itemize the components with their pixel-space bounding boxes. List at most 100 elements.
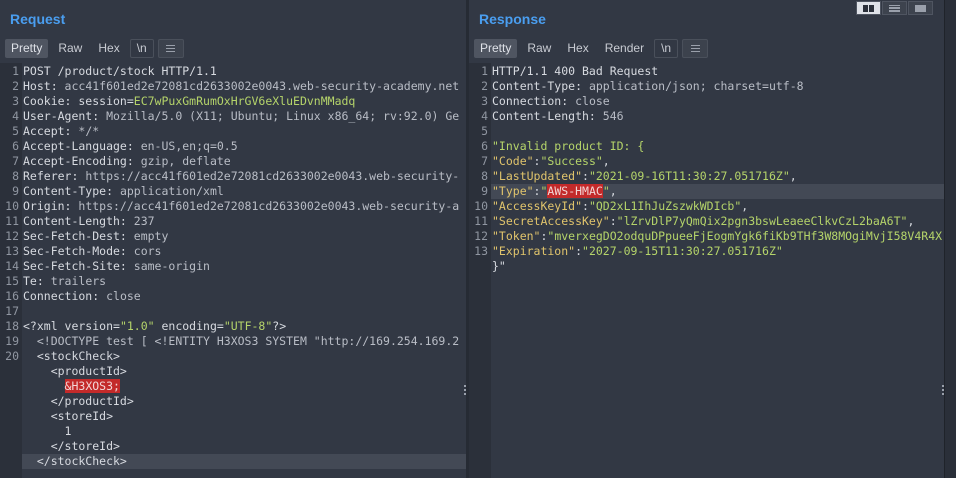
line-code: &H3XOS3; (22, 379, 466, 394)
response-newline-toggle[interactable]: \n (654, 38, 679, 58)
code-token: </stockCheck> (23, 454, 127, 468)
code-token: "Success" (540, 154, 603, 168)
single-pane-icon (915, 4, 926, 12)
request-newline-toggle[interactable]: \n (129, 38, 154, 58)
code-token: Origin: (23, 199, 79, 213)
code-token: close (575, 94, 610, 108)
request-tab-hex[interactable]: Hex (92, 39, 125, 58)
request-line: 14 Sec-Fetch-Site: same-origin (0, 259, 466, 274)
line-number: 9 (12, 184, 19, 198)
response-line: 8 "LastUpdated":"2021-09-16T11:30:27.0517… (469, 169, 944, 184)
code-token: close (106, 289, 141, 303)
line-number: 8 (12, 169, 19, 183)
line-number: 1 (481, 64, 488, 78)
code-token: Mozilla/5.0 (X11; Ubuntu; Linux x86_64; … (106, 109, 460, 123)
line-code: </storeId> (22, 439, 466, 454)
line-code: Content-Type: application/json; charset=… (491, 79, 944, 94)
code-token: Accept-Encoding: (23, 154, 141, 168)
request-tab-raw[interactable]: Raw (52, 39, 88, 58)
request-line: 4 User-Agent: Mozilla/5.0 (X11; Ubuntu; L… (0, 109, 466, 124)
line-number: 2 (481, 79, 488, 93)
layout-side-by-side-button[interactable] (856, 1, 881, 15)
code-token: Te: (23, 274, 51, 288)
request-menu-button[interactable] (157, 38, 184, 58)
line-number: 13 (474, 244, 488, 258)
code-token: Sec-Fetch-Site: (23, 259, 134, 273)
code-token: "LastUpdated" (492, 169, 583, 183)
request-lines: 1 POST /product/stock HTTP/1.1 2 Host: acc4… (0, 64, 466, 469)
response-line: 4 Content-Length: 546 (469, 109, 944, 124)
code-token: empty (133, 229, 169, 243)
response-menu-button[interactable] (682, 38, 709, 58)
code-token: "QD2xL1IhJuZszwkWDIcb" (588, 199, 742, 213)
response-tab-pretty[interactable]: Pretty (474, 38, 518, 58)
code-token: 546 (602, 109, 624, 123)
response-tab-raw[interactable]: Raw (521, 39, 557, 58)
line-number: 11 (474, 214, 488, 228)
line-code: Connection: close (22, 289, 466, 304)
layout-single-button[interactable] (908, 1, 933, 15)
code-token: </productId> (23, 394, 134, 408)
code-token: Sec-Fetch-Mode: (23, 244, 134, 258)
request-line: 1 POST /product/stock HTTP/1.1 (0, 64, 466, 79)
code-token: , (907, 214, 915, 228)
code-token: https://acc41f601ed2e72081cd2633002e0043… (85, 169, 460, 183)
response-title: Response (479, 11, 546, 27)
code-token: "Token" (492, 229, 541, 243)
code-token: Content-Type: (23, 184, 120, 198)
request-line: 2 Host: acc41f601ed2e72081cd2633002e0043.… (0, 79, 466, 94)
highlighted-token: AWS-HMAC (547, 184, 603, 198)
response-tab-render[interactable]: Render (599, 39, 650, 58)
response-line: 7 "Code":"Success", (469, 154, 944, 169)
line-code: Origin: https://acc41f601ed2e72081cd2633… (22, 199, 466, 214)
code-token: : (582, 169, 589, 183)
code-token: Cookie: session= (23, 94, 134, 108)
code-token: ?> (272, 319, 287, 333)
line-code: "Code":"Success", (491, 154, 944, 169)
line-number: 7 (12, 154, 19, 168)
request-line: 9 Content-Type: application/xml (0, 184, 466, 199)
response-view-tabs: Pretty Raw Hex Render \n (474, 38, 709, 58)
code-token: "Code" (492, 154, 534, 168)
response-editor[interactable]: 1 HTTP/1.1 400 Bad Request 2 Content-Type: … (469, 63, 944, 478)
request-line: </storeId> (0, 439, 466, 454)
line-number: 12 (5, 229, 19, 243)
layout-stacked-button[interactable] (882, 1, 907, 15)
response-line: 6 "Invalid product ID: { (469, 139, 944, 154)
code-token: 1 (23, 424, 72, 438)
request-line: 19 <!DOCTYPE test [ <!ENTITY H3XOS3 SYST… (0, 334, 466, 349)
line-code: POST /product/stock HTTP/1.1 (22, 64, 466, 79)
request-tab-pretty[interactable]: Pretty (5, 38, 49, 58)
line-number: 1 (12, 64, 19, 78)
response-line: }" (469, 259, 944, 274)
request-line: 17 (0, 304, 466, 319)
code-token: Referer: (23, 169, 86, 183)
code-token: "Invalid product ID: { (492, 139, 645, 153)
line-number: 2 (12, 79, 19, 93)
line-number: 15 (5, 274, 19, 288)
line-code: Content-Length: 237 (22, 214, 466, 229)
request-editor[interactable]: 1 POST /product/stock HTTP/1.1 2 Host: acc4… (0, 63, 466, 478)
line-code: Referer: https://acc41f601ed2e72081cd263… (22, 169, 466, 184)
response-line: 13 "Expiration":"2027-09-15T11:30:27.0517… (469, 244, 944, 259)
request-title: Request (10, 11, 66, 27)
code-token: <productId> (23, 364, 127, 378)
line-code: "Invalid product ID: { (491, 139, 944, 154)
line-code: 1 (22, 424, 466, 439)
request-line: </productId> (0, 394, 466, 409)
code-token: , (602, 154, 610, 168)
code-token: Connection: (492, 94, 576, 108)
response-tab-hex[interactable]: Hex (561, 39, 594, 58)
line-number: 10 (474, 199, 488, 213)
line-number: 19 (5, 334, 19, 348)
response-line: 5 (469, 124, 944, 139)
line-number: 10 (5, 199, 19, 213)
code-token: "2027-09-15T11:30:27.051716Z" (582, 244, 783, 258)
request-line: 1 (0, 424, 466, 439)
code-token: : (609, 214, 617, 228)
request-line: 13 Sec-Fetch-Mode: cors (0, 244, 466, 259)
line-code: "AccessKeyId":"QD2xL1IhJuZszwkWDIcb", (491, 199, 944, 214)
line-code: Sec-Fetch-Dest: empty (22, 229, 466, 244)
response-pane: Response Pretty Raw Hex Render \n 1 HTTP/… (469, 0, 945, 478)
code-token: HTTP/1.1 400 Bad Request (492, 64, 659, 78)
